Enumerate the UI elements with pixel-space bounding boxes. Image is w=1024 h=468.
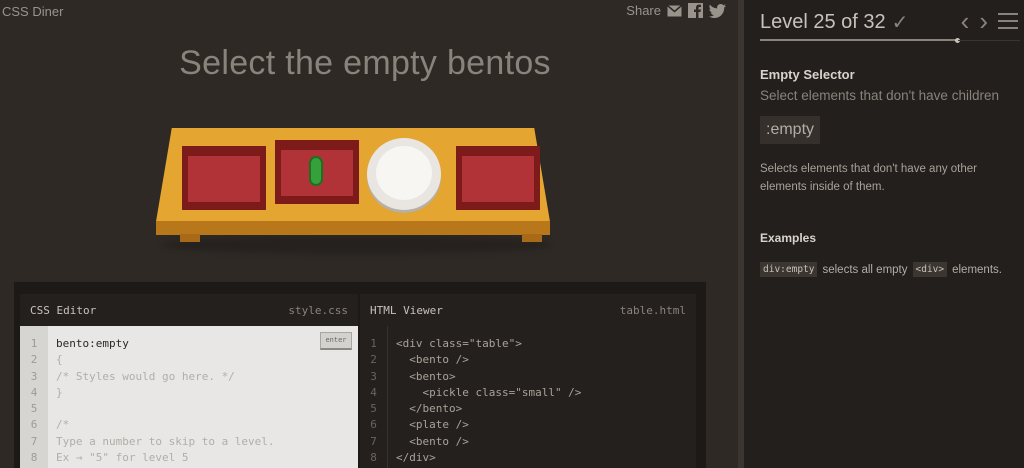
progress-track [958,40,1020,41]
css-editor-header: CSS Editor style.css [20,294,358,326]
share-label: Share [626,3,661,18]
sidebar: Level 25 of 32 ✓ ‹ › Empty Selector Sele… [744,0,1024,468]
html-line-bento-close[interactable]: </bento> [396,401,696,417]
bento-empty-2[interactable] [456,146,540,210]
css-input-line[interactable]: bento:empty [56,336,358,352]
game-area: CSS Diner Share Select the empty bentos [0,0,738,468]
selector-name: Empty Selector [760,67,855,82]
checkmark-icon: ✓ [891,12,909,34]
enter-button[interactable]: enter [320,332,352,350]
bento-empty-1[interactable] [182,146,266,210]
html-line-numbers: 1 2 3 4 5 6 7 8 [360,326,388,468]
code-line: } [56,385,63,399]
html-line-bento[interactable]: <bento /> [396,352,696,368]
code-line: Type a number to skip to a level. [56,434,275,448]
table-edge [156,221,550,235]
app: CSS Diner Share Select the empty bentos [0,0,1024,468]
html-line-table-close[interactable]: </div> [396,450,696,466]
css-editor-pane: CSS Editor style.css 1 2 3 4 5 6 7 8 9 [20,294,358,468]
html-line-table-open[interactable]: <div class="table"> [396,336,696,352]
bento-with-pickle[interactable] [275,140,359,204]
facebook-icon[interactable] [688,3,703,18]
css-file-name: style.css [288,303,348,317]
selector-syntax: :empty [760,116,821,144]
share-bar: Share [626,3,726,18]
plate[interactable] [367,138,441,210]
example-tag: <div> [912,262,948,277]
example-text-2: elements. [952,263,1002,276]
pickle[interactable] [309,156,323,186]
code-line: /* Styles would go here. */ [56,369,235,383]
menu-icon[interactable] [998,13,1018,29]
css-editor-title: CSS Editor [30,303,97,317]
next-level-icon[interactable]: › [979,8,988,34]
level-progress-bar [760,37,960,43]
selector-title: Select elements that don't have children [760,88,999,103]
twitter-icon[interactable] [709,3,726,18]
html-line-pickle[interactable]: <pickle class="small" /> [396,385,696,401]
code-line: { [56,353,63,367]
selector-hint: Selects elements that don't have any oth… [760,163,977,193]
code-line: Ex → "5" for level 5 [56,451,189,465]
example-line: div:empty selects all empty <div> elemen… [760,262,1002,277]
prev-level-icon[interactable]: ‹ [961,8,970,34]
email-icon[interactable] [667,4,682,17]
html-line-plate[interactable]: <plate /> [396,417,696,433]
table-leg-left [180,234,200,242]
html-viewer-title: HTML Viewer [370,303,443,317]
html-viewer-header: HTML Viewer table.html [360,294,696,326]
level-instruction: Select the empty bentos [179,44,551,82]
code-editor: CSS Editor style.css 1 2 3 4 5 6 7 8 9 [14,282,706,468]
code-line: /* [56,418,70,432]
dinner-table [150,124,570,254]
example-text-1: selects all empty [822,263,908,276]
css-line-numbers: 1 2 3 4 5 6 7 8 9 [20,326,48,468]
html-line-bento[interactable]: <bento> [396,369,696,385]
table-leg-right [522,234,542,242]
html-viewer-pane: HTML Viewer table.html 1 2 3 4 5 6 7 8 <… [360,294,696,468]
css-code-area[interactable]: 1 2 3 4 5 6 7 8 9 bento:empty { /* Style… [20,326,358,468]
level-nav: ‹ › [961,8,1018,34]
html-code-area: 1 2 3 4 5 6 7 8 <div class="table"> <ben… [360,326,696,468]
example-code: div:empty [760,262,818,277]
html-file-name: table.html [619,303,686,317]
level-label[interactable]: Level 25 of 32 [760,11,886,34]
css-code-lines[interactable]: bento:empty { /* Styles would go here. *… [56,326,358,468]
examples-title: Examples [760,231,817,245]
html-code-lines: <div class="table"> <bento /> <bento> <p… [396,326,696,466]
html-line-bento[interactable]: <bento /> [396,434,696,450]
logo[interactable]: CSS Diner [2,4,63,19]
table-shadow [162,236,552,254]
level-header[interactable]: Level 25 of 32 ✓ [760,10,908,35]
